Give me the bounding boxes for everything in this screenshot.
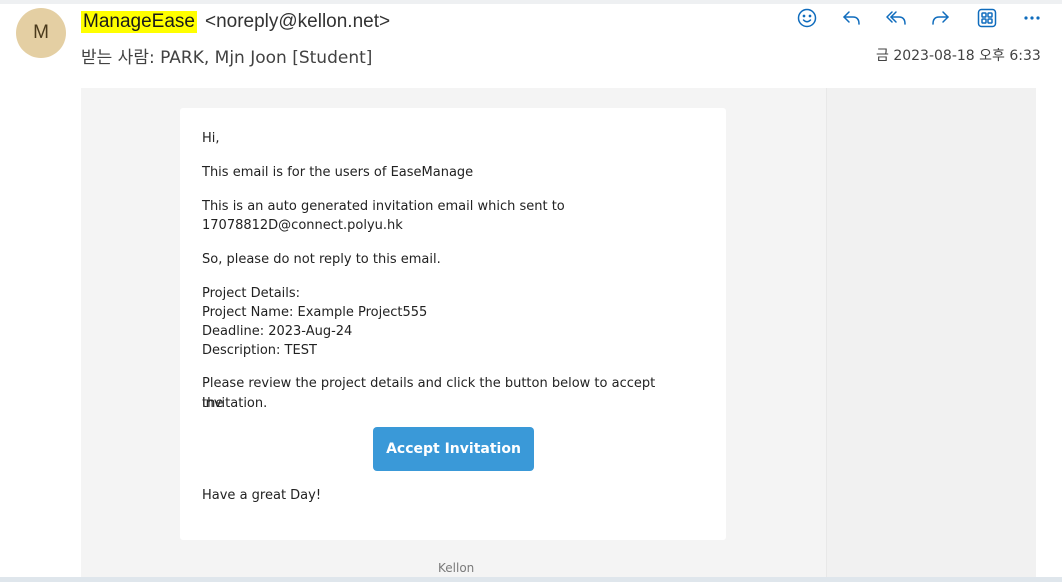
more-options-button[interactable] [1017,5,1047,31]
recipient-line[interactable]: 받는 사람: PARK, Mjn Joon [Student] [81,43,372,68]
reply-icon [843,11,860,25]
sender-email[interactable]: <noreply@kellon.net> [205,11,390,33]
reply-all-icon [886,11,906,25]
emoji-button[interactable] [792,5,822,31]
greeting-text: Hi, [202,131,220,146]
deadline-text: Deadline: 2023-Aug-24 [202,324,353,339]
reply-all-button[interactable] [881,5,911,31]
avatar[interactable]: M [16,8,66,58]
no-reply-text: So, please do not reply to this email. [202,252,441,267]
message-actions-toolbar [790,5,1052,31]
footer-brand: Kellon [438,561,475,575]
message-date: 금 2023-08-18 오후 6:33 [876,48,1041,64]
apps-button[interactable] [972,5,1002,31]
apps-icon [977,8,997,28]
window-bottom-edge [0,577,1062,582]
project-details-header: Project Details: [202,286,301,301]
window-top-edge [0,0,1062,4]
avatar-initial: M [33,22,49,43]
closing-text: Have a great Day! [202,488,322,503]
intro-text: This email is for the users of EaseManag… [202,165,474,180]
sender-name[interactable]: ManageEase [81,11,197,33]
accept-invitation-button[interactable]: Accept Invitation [373,427,534,471]
instruction-text-continued: invitation. [202,396,268,411]
recipient-address-link[interactable]: 17078812D@connect.polyu.hk [202,216,672,236]
forward-button[interactable] [926,5,956,31]
sender-line: ManageEase <noreply@kellon.net> [81,11,390,33]
project-name-text: Project Name: Example Project555 [202,305,428,320]
description-text: Description: TEST [202,343,317,358]
forward-icon [932,11,949,25]
more-icon [1024,16,1040,20]
message-body-side-panel [826,88,1036,582]
auto-generated-text: This is an auto generated invitation ema… [202,199,565,214]
emoji-icon [797,8,817,28]
reply-button[interactable] [836,5,866,31]
email-content-card: Hi, This email is for the users of EaseM… [180,108,726,540]
